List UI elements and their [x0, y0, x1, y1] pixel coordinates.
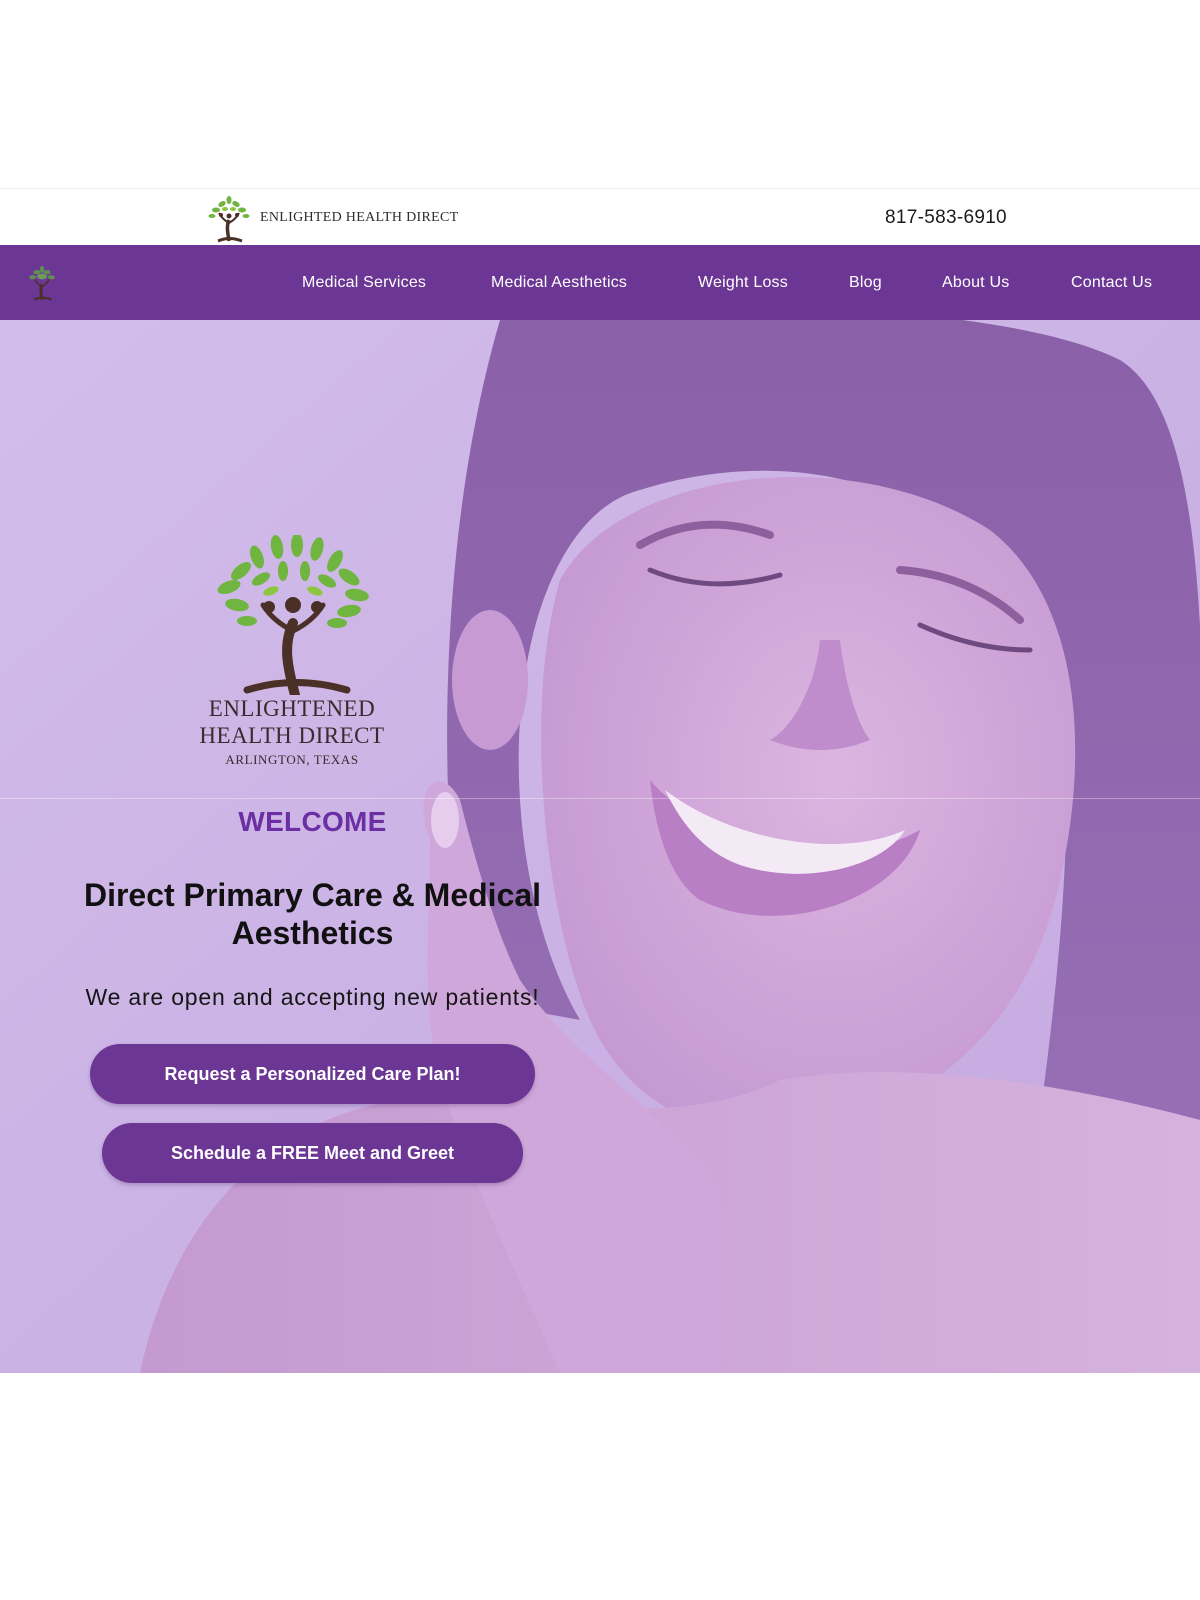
- header-brand[interactable]: ENLIGHTED HEALTH DIRECT: [204, 189, 458, 246]
- page-bottom-blank: [0, 1373, 1200, 1600]
- hero-section: ENLIGHTENED HEALTH DIRECT ARLINGTON, TEX…: [0, 320, 1200, 1373]
- nav-item-blog[interactable]: Blog: [849, 245, 882, 320]
- phone-number-link[interactable]: 817-583-6910: [885, 189, 1007, 246]
- schedule-meet-greet-button[interactable]: Schedule a FREE Meet and Greet: [102, 1123, 523, 1183]
- smiling-woman-photo: [0, 320, 1200, 1373]
- main-navigation: Medical Services Medical Aesthetics Weig…: [0, 245, 1200, 320]
- nav-item-contact-us[interactable]: Contact Us: [1071, 245, 1152, 320]
- hero-logo-location: ARLINGTON, TEXAS: [225, 752, 359, 767]
- hero-divider: [0, 798, 1200, 799]
- tree-people-logo-icon: [217, 535, 369, 695]
- nav-item-medical-services[interactable]: Medical Services: [302, 245, 426, 320]
- page-top-blank: [0, 0, 1200, 188]
- hero-headline: Direct Primary Care & Medical Aesthetics: [83, 877, 542, 951]
- welcome-heading: WELCOME: [238, 806, 387, 837]
- nav-item-about-us[interactable]: About Us: [942, 245, 1009, 320]
- nav-menu: Medical Services Medical Aesthetics Weig…: [0, 245, 1200, 320]
- nav-item-medical-aesthetics[interactable]: Medical Aesthetics: [491, 245, 627, 320]
- hero-tagline: We are open and accepting new patients!: [85, 984, 540, 1010]
- hero-logo-line2: HEALTH DIRECT: [199, 723, 385, 748]
- nav-item-weight-loss[interactable]: Weight Loss: [698, 245, 788, 320]
- top-bar: ENLIGHTED HEALTH DIRECT 817-583-6910: [0, 188, 1200, 245]
- brand-name: ENLIGHTED HEALTH DIRECT: [260, 209, 459, 225]
- tree-logo-icon: [208, 195, 250, 242]
- request-care-plan-button[interactable]: Request a Personalized Care Plan!: [90, 1044, 535, 1104]
- hero-logo-line1: ENLIGHTENED: [208, 696, 376, 721]
- hero-logo: ENLIGHTENED HEALTH DIRECT ARLINGTON, TEX…: [192, 535, 392, 768]
